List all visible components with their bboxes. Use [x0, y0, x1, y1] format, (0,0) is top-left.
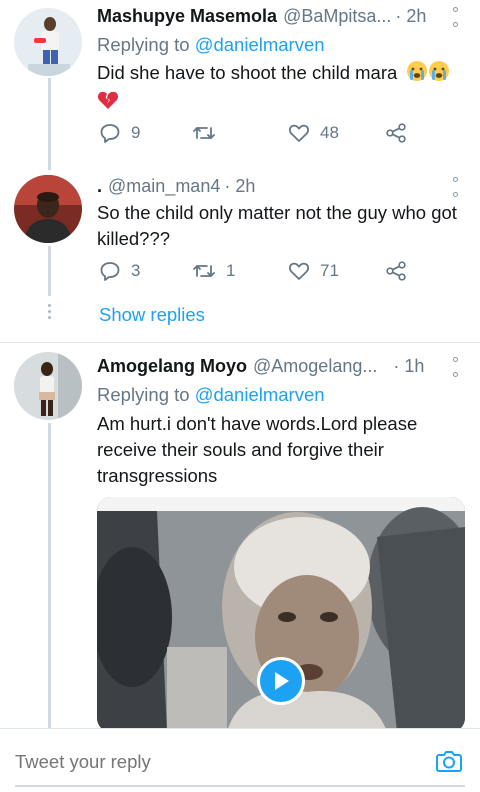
- broken-heart-emoji: [97, 89, 119, 118]
- camera-icon[interactable]: [435, 747, 463, 775]
- heart-icon: [289, 124, 309, 142]
- reply-count: 9: [131, 123, 141, 142]
- retweet-action[interactable]: [192, 122, 226, 144]
- tweet-text: Did she have to shoot the child mara: [97, 60, 457, 118]
- display-name[interactable]: Mashupye Masemola: [97, 6, 277, 27]
- retweet-icon: [193, 127, 215, 139]
- share-icon: [386, 261, 406, 281]
- reply-composer: [0, 728, 480, 792]
- tweet-text-content: Did she have to shoot the child mara: [97, 62, 398, 83]
- thread-line: [48, 246, 51, 296]
- reply-action[interactable]: 3: [99, 260, 140, 282]
- retweet-action[interactable]: 1: [192, 260, 235, 282]
- reply-icon: [100, 262, 120, 281]
- tweet-2[interactable]: . @main_man4 · 2h So the child only matt…: [0, 170, 480, 342]
- share-icon: [386, 123, 406, 143]
- like-action[interactable]: 48: [288, 122, 339, 144]
- handle[interactable]: @BaMpitsa...: [283, 6, 391, 27]
- replying-to-label: Replying to: [97, 34, 190, 55]
- avatar[interactable]: [14, 8, 82, 76]
- input-underline: [15, 785, 465, 787]
- tweet-header: Amogelang Moyo @Amogelang... · 1h: [97, 356, 462, 377]
- mention-link[interactable]: @danielmarven: [195, 34, 325, 55]
- replying-to: Replying to @danielmarven: [97, 34, 325, 56]
- retweet-icon: [193, 265, 215, 277]
- crying-face-emoji: [428, 60, 450, 89]
- video-thumbnail[interactable]: [97, 497, 465, 732]
- reply-icon: [100, 124, 120, 143]
- avatar[interactable]: [14, 175, 82, 243]
- play-button[interactable]: [257, 657, 305, 705]
- show-replies-link[interactable]: Show replies: [99, 304, 205, 326]
- replying-to-label: Replying to: [97, 384, 190, 405]
- reply-action[interactable]: 9: [99, 122, 140, 144]
- tweet-text: Am hurt.i don't have words.Lord please r…: [97, 413, 418, 486]
- timestamp[interactable]: · 2h: [224, 176, 255, 197]
- more-options-icon[interactable]: [452, 357, 458, 377]
- timestamp[interactable]: · 2h: [395, 6, 426, 27]
- display-name[interactable]: Amogelang Moyo: [97, 356, 247, 377]
- more-options-icon[interactable]: [452, 7, 458, 27]
- timestamp[interactable]: · 1h: [393, 356, 424, 377]
- reply-input[interactable]: [15, 751, 427, 773]
- share-action[interactable]: [385, 122, 407, 144]
- handle[interactable]: @Amogelang...: [253, 356, 377, 377]
- like-action[interactable]: 71: [288, 260, 339, 282]
- tweet-header: Mashupye Masemola @BaMpitsa... · 2h: [97, 6, 462, 27]
- thread-line: [48, 78, 51, 170]
- tweet-actions: 9 48: [97, 122, 427, 148]
- tweet-1[interactable]: Mashupye Masemola @BaMpitsa... · 2h Repl…: [0, 0, 480, 170]
- play-icon: [275, 672, 289, 690]
- tweet-header: . @main_man4 · 2h: [97, 176, 462, 197]
- mention-link[interactable]: @danielmarven: [195, 384, 325, 405]
- tweet-text: So the child only matter not the guy who…: [97, 202, 457, 249]
- avatar[interactable]: [14, 352, 82, 420]
- handle[interactable]: @main_man4: [108, 176, 220, 197]
- thread-line: [48, 423, 51, 728]
- like-count: 48: [320, 123, 339, 142]
- crying-face-emoji: [406, 60, 428, 89]
- like-count: 71: [320, 261, 339, 280]
- heart-icon: [289, 262, 309, 280]
- retweet-count: 1: [226, 261, 236, 280]
- more-options-icon[interactable]: [452, 177, 458, 197]
- display-name[interactable]: .: [97, 176, 102, 197]
- tweet-actions: 3 1 71: [97, 260, 427, 286]
- reply-count: 3: [131, 261, 141, 280]
- more-replies-dots: [46, 304, 52, 319]
- replying-to: Replying to @danielmarven: [97, 384, 325, 406]
- share-action[interactable]: [385, 260, 407, 282]
